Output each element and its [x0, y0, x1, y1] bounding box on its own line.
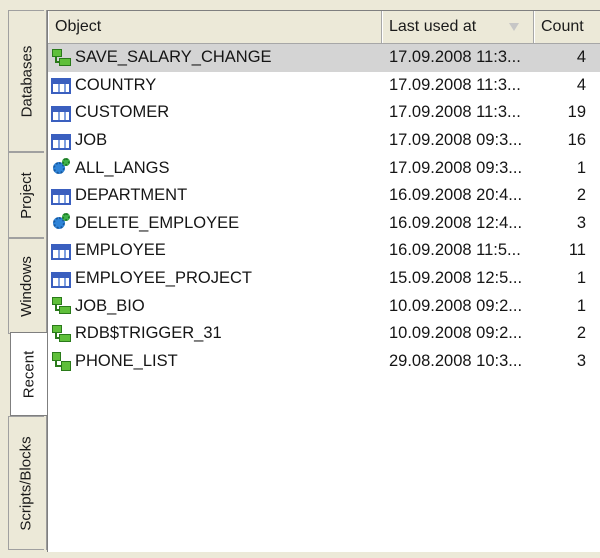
count-cell: 3: [576, 351, 586, 370]
last-used-cell: 16.09.2008 20:4...: [389, 186, 523, 205]
tab-label: Scripts/Blocks: [18, 435, 36, 531]
count-cell: 1: [576, 296, 586, 315]
last-used-cell: 17.09.2008 11:3...: [389, 103, 521, 122]
last-used-cell: 15.09.2008 12:5...: [389, 269, 523, 288]
list-item[interactable]: EMPLOYEE 16.09.2008 11:5... 11: [48, 237, 600, 265]
list-item[interactable]: PHONE_LIST 29.08.2008 10:3... 3: [48, 348, 600, 376]
tab-label: Windows: [18, 255, 36, 317]
list-item[interactable]: EMPLOYEE_PROJECT 15.09.2008 12:5... 1: [48, 265, 600, 293]
object-name: PHONE_LIST: [75, 351, 178, 370]
object-name-cell: SAVE_SALARY_CHANGE: [48, 48, 382, 68]
column-header-label: Object: [55, 18, 102, 35]
object-name-cell: EMPLOYEE: [48, 241, 382, 260]
trigger-icon: [51, 48, 71, 68]
object-name-cell: JOB_BIO: [48, 296, 382, 316]
list-item[interactable]: JOB 17.09.2008 09:3... 16: [48, 127, 600, 155]
vertical-tab-strip: Databases Project Windows Recent Scripts…: [6, 10, 47, 550]
object-name: ALL_LANGS: [75, 158, 170, 177]
sort-descending-icon: [509, 23, 519, 31]
list-item[interactable]: ALL_LANGS 17.09.2008 09:3... 1: [48, 154, 600, 182]
count-cell: 19: [567, 103, 586, 122]
count-cell: 11: [568, 241, 586, 260]
last-used-cell: 17.09.2008 09:3...: [389, 158, 523, 177]
column-header-label: Last used at: [389, 18, 477, 35]
table-icon: [51, 188, 71, 205]
object-name: EMPLOYEE_PROJECT: [75, 269, 252, 288]
recent-objects-list: SAVE_SALARY_CHANGE 17.09.2008 11:3... 4 COU…: [48, 44, 600, 375]
list-item[interactable]: RDB$TRIGGER_31 10.09.2008 09:2... 2: [48, 320, 600, 348]
object-name: EMPLOYEE: [75, 241, 166, 260]
tab-label: Recent: [20, 350, 38, 398]
last-used-cell: 17.09.2008 11:3...: [389, 48, 521, 67]
object-name: JOB_BIO: [75, 296, 145, 315]
list-header: Object Last used at Count: [48, 11, 600, 44]
object-name: COUNTRY: [75, 75, 157, 94]
column-header-object[interactable]: Object: [48, 11, 382, 43]
column-header-last-used[interactable]: Last used at: [382, 11, 534, 43]
count-cell: 1: [576, 158, 586, 177]
trigger-icon: [51, 324, 71, 344]
tab-databases[interactable]: Databases: [8, 10, 44, 152]
recent-objects-window: Databases Project Windows Recent Scripts…: [0, 0, 600, 558]
recent-list-panel: Object Last used at Count SAVE_SALARY_CH…: [47, 10, 600, 552]
tab-scripts-blocks[interactable]: Scripts/Blocks: [8, 416, 44, 550]
count-cell: 1: [576, 269, 586, 288]
object-name-cell: CUSTOMER: [48, 103, 382, 122]
table-icon: [51, 133, 71, 150]
object-name: RDB$TRIGGER_31: [75, 324, 222, 343]
object-name-cell: JOB: [48, 131, 382, 150]
object-name: CUSTOMER: [75, 103, 170, 122]
list-item[interactable]: DELETE_EMPLOYEE 16.09.2008 12:4... 3: [48, 210, 600, 238]
tab-recent[interactable]: Recent: [10, 332, 47, 416]
last-used-cell: 16.09.2008 11:5...: [389, 241, 521, 260]
object-name-cell: DEPARTMENT: [48, 186, 382, 205]
last-used-cell: 17.09.2008 09:3...: [389, 131, 523, 150]
count-cell: 4: [576, 75, 586, 94]
object-name-cell: DELETE_EMPLOYEE: [48, 213, 382, 233]
procedure-icon: [51, 158, 71, 178]
count-cell: 4: [576, 48, 586, 67]
view-icon: [51, 351, 71, 372]
column-header-label: Count: [541, 18, 584, 35]
procedure-icon: [51, 213, 71, 233]
tab-label: Databases: [18, 45, 35, 117]
count-cell: 16: [567, 131, 586, 150]
table-icon: [51, 78, 71, 95]
trigger-icon: [51, 296, 71, 316]
last-used-cell: 10.09.2008 09:2...: [389, 324, 523, 343]
tab-windows[interactable]: Windows: [8, 238, 44, 334]
object-name-cell: PHONE_LIST: [48, 351, 382, 372]
object-name: DEPARTMENT: [75, 186, 188, 205]
object-name-cell: EMPLOYEE_PROJECT: [48, 269, 382, 288]
last-used-cell: 10.09.2008 09:2...: [389, 296, 523, 315]
tab-project[interactable]: Project: [8, 152, 44, 238]
table-icon: [51, 271, 71, 288]
list-item[interactable]: CUSTOMER 17.09.2008 11:3... 19: [48, 99, 600, 127]
object-name-cell: RDB$TRIGGER_31: [48, 324, 382, 344]
object-name: SAVE_SALARY_CHANGE: [75, 48, 272, 67]
table-icon: [51, 243, 71, 260]
last-used-cell: 17.09.2008 11:3...: [389, 75, 521, 94]
last-used-cell: 29.08.2008 10:3...: [389, 351, 523, 370]
count-cell: 2: [576, 324, 586, 343]
object-name: DELETE_EMPLOYEE: [75, 213, 240, 232]
object-name-cell: ALL_LANGS: [48, 158, 382, 178]
list-item[interactable]: COUNTRY 17.09.2008 11:3... 4: [48, 72, 600, 100]
count-cell: 2: [576, 186, 586, 205]
list-item[interactable]: DEPARTMENT 16.09.2008 20:4... 2: [48, 182, 600, 210]
list-item[interactable]: SAVE_SALARY_CHANGE 17.09.2008 11:3... 4: [48, 44, 600, 72]
count-cell: 3: [576, 213, 586, 232]
tab-label: Project: [18, 171, 35, 219]
table-icon: [51, 105, 71, 122]
object-name-cell: COUNTRY: [48, 76, 382, 95]
column-header-count[interactable]: Count: [534, 11, 600, 43]
last-used-cell: 16.09.2008 12:4...: [389, 213, 523, 232]
list-item[interactable]: JOB_BIO 10.09.2008 09:2... 1: [48, 292, 600, 320]
object-name: JOB: [75, 131, 108, 150]
